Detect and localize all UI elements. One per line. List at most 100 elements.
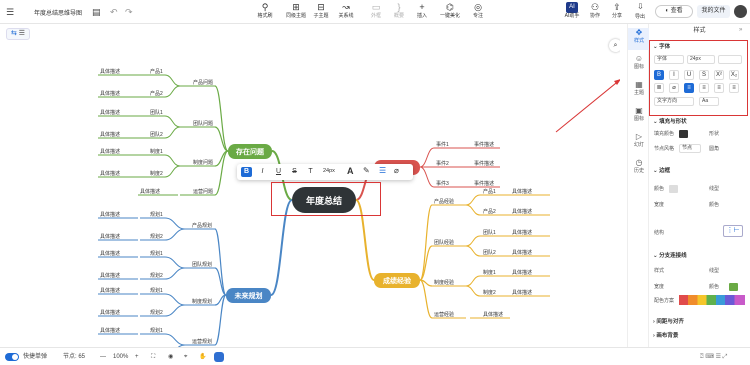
panel-align-left-button[interactable]: ≡ [684, 83, 694, 93]
topic-label[interactable]: 运营经验 [434, 311, 454, 318]
topic-label[interactable]: 产品经验 [434, 198, 454, 205]
sidebar-item-icon[interactable]: ☺ 图标 [628, 54, 650, 76]
align-icon[interactable]: ☰ [379, 166, 386, 175]
strikethrough-button[interactable]: S [289, 167, 300, 177]
border-color-swatch[interactable] [669, 185, 678, 193]
one-click-beautify-button[interactable]: ⌬ 一键美化 [438, 2, 462, 20]
child-topic-button[interactable]: ⊟ 子主题 [309, 2, 333, 20]
subtopic-label[interactable]: 团队2 [483, 249, 496, 256]
fill-color-swatch[interactable] [679, 130, 688, 138]
event-label[interactable]: 事件2 [436, 160, 449, 167]
view-button[interactable]: ◐ 查看 [655, 5, 693, 18]
bold-button[interactable]: B [241, 167, 252, 177]
topic-label[interactable]: 运营规划 [192, 338, 212, 345]
subtopic-label[interactable]: 团队2 [150, 131, 163, 138]
italic-button[interactable]: I [257, 167, 268, 177]
my-files-button[interactable]: 我的文件 [697, 5, 730, 18]
zoom-out-icon[interactable]: — [100, 352, 106, 362]
leaf-label[interactable]: 具体描述 [100, 272, 120, 279]
hand-icon[interactable]: ✋ [199, 352, 206, 362]
subtopic-label[interactable]: 规划2 [150, 233, 163, 240]
subtopic-label[interactable]: 规划1 [150, 327, 163, 334]
subtopic-label[interactable]: 产品1 [150, 68, 163, 75]
leaf-label[interactable]: 具体描述 [512, 208, 532, 215]
node-style-select[interactable]: 节点 [679, 144, 701, 153]
panel-superscript-button[interactable]: X² [714, 70, 724, 80]
leaf-label[interactable]: 具体描述 [100, 250, 120, 257]
topic-label[interactable]: 制度经验 [434, 279, 454, 286]
leaf-label[interactable]: 具体描述 [100, 327, 120, 334]
subtopic-label[interactable]: 制度1 [150, 148, 163, 155]
topic-label[interactable]: 产品规划 [192, 222, 212, 229]
text-direction-select[interactable]: 文字方向 [654, 97, 694, 106]
text-style-button[interactable]: T [305, 167, 316, 177]
summary-button[interactable]: ▭ 外框 [364, 2, 388, 20]
leaf-label[interactable]: 事件描述 [474, 180, 494, 187]
subtopic-label[interactable]: 制度1 [483, 269, 496, 276]
leaf-label[interactable]: 具体描述 [512, 229, 532, 236]
text-case-select[interactable]: Aa [699, 97, 719, 106]
subtopic-label[interactable]: 规划2 [150, 309, 163, 316]
leaf-label[interactable]: 具体描述 [100, 309, 120, 316]
highlight-icon[interactable]: ✎ [363, 166, 370, 175]
document-title[interactable]: 年度总结思维导图 [34, 8, 82, 17]
zoom-level[interactable]: 100% [113, 352, 128, 362]
format-painter-button[interactable]: ⚲ 格式刷 [253, 2, 277, 20]
leaf-label[interactable]: 具体描述 [100, 90, 120, 97]
map-icon[interactable]: ⌖ [184, 352, 187, 362]
leaf-label[interactable]: 具体描述 [100, 148, 120, 155]
event-label[interactable]: 事件1 [436, 141, 449, 148]
outline-button[interactable]: } 概要 [387, 2, 411, 20]
leaf-label[interactable]: 具体描述 [140, 188, 160, 195]
subtopic-label[interactable]: 规划2 [150, 272, 163, 279]
palette-strip[interactable] [679, 295, 745, 305]
font-family-select[interactable]: 字体 [654, 55, 684, 64]
locate-icon[interactable]: ◉ [168, 352, 173, 362]
topic-label[interactable]: 运营问题 [193, 188, 213, 195]
fit-screen-icon[interactable]: ⛶ [151, 352, 155, 362]
subtopic-label[interactable]: 团队1 [483, 229, 496, 236]
branch-label[interactable]: 成绩经验 [383, 276, 412, 285]
structure-select[interactable]: ⋮⊢ [723, 225, 743, 237]
focus-button[interactable]: ◎ 专注 [466, 2, 490, 20]
leaf-label[interactable]: 具体描述 [512, 269, 532, 276]
zoom-in-icon[interactable]: + [135, 352, 139, 362]
leaf-label[interactable]: 具体描述 [100, 211, 120, 218]
panel-subscript-button[interactable]: X₂ [729, 70, 739, 80]
subtopic-label[interactable]: 产品2 [483, 208, 496, 215]
leaf-label[interactable]: 具体描述 [100, 109, 120, 116]
subtopic-label[interactable]: 规划1 [150, 211, 163, 218]
panel-align-center-button[interactable]: ≡ [699, 83, 709, 93]
subtopic-label[interactable]: 产品2 [150, 90, 163, 97]
sidebar-item-slides[interactable]: ▷ 幻灯 [628, 132, 650, 154]
collaborate-button[interactable]: ⚇ 协作 [583, 2, 607, 20]
panel-list-button[interactable]: ≣ [654, 83, 664, 93]
topic-label[interactable]: 产品问题 [193, 79, 213, 86]
branch-label[interactable]: 未来规划 [235, 291, 263, 300]
panel-underline-button[interactable]: U [684, 70, 694, 80]
export-label[interactable]: 导出 [635, 13, 645, 20]
topic-label[interactable]: 制度规划 [192, 298, 212, 305]
mindmap-canvas[interactable]: ⇆ ☰ ⌕ 年度总结存在问题工作回顾未来规划成绩经验产品问题产品1具体描述产品2… [0, 24, 620, 347]
sibling-topic-button[interactable]: ⊞ 同级主题 [284, 2, 308, 20]
leaf-label[interactable]: 事件描述 [474, 160, 494, 167]
leaf-label[interactable]: 具体描述 [100, 287, 120, 294]
panel-align-right-button[interactable]: ≡ [714, 83, 724, 93]
leaf-label[interactable]: 具体描述 [100, 170, 120, 177]
underline-button[interactable]: U [273, 167, 284, 177]
leaf-label[interactable]: 具体描述 [100, 233, 120, 240]
leaf-label[interactable]: 具体描述 [512, 249, 532, 256]
sidebar-item-theme[interactable]: ▦ 主题 [628, 80, 650, 102]
sidebar-item-style[interactable]: ✥ 样式 [628, 28, 650, 50]
leaf-label[interactable]: 具体描述 [100, 131, 120, 138]
undo-icon[interactable]: ↶ [110, 7, 118, 17]
share-button[interactable]: ⇪ 分享 [605, 2, 629, 20]
leaf-label[interactable]: 具体描述 [512, 188, 532, 195]
topic-label[interactable]: 制度问题 [193, 159, 213, 166]
branch-color-swatch[interactable] [729, 283, 738, 291]
relation-line-button[interactable]: ↝ 关系线 [334, 2, 358, 20]
event-label[interactable]: 事件3 [436, 180, 449, 187]
subtopic-label[interactable]: 规划1 [150, 287, 163, 294]
subtopic-label[interactable]: 产品1 [483, 188, 496, 195]
assistant-icon[interactable] [214, 352, 224, 362]
